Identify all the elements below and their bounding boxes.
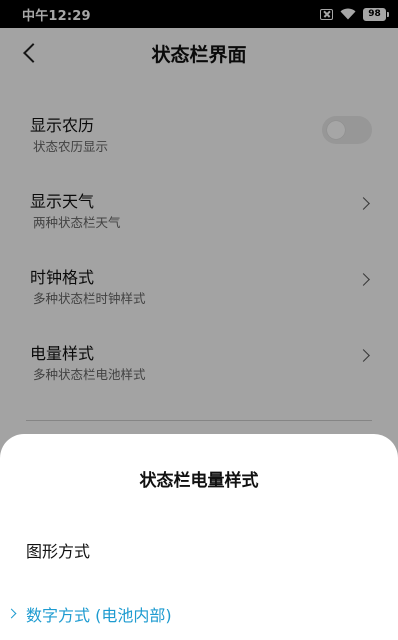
- sheet-title: 状态栏电量样式: [139, 471, 259, 491]
- option-label: 图形方式: [26, 542, 91, 561]
- option-label: 数字方式 (电池内部): [26, 606, 172, 625]
- option-graphic[interactable]: 图形方式: [0, 528, 398, 568]
- selected-chevron-icon: [6, 608, 17, 619]
- battery-style-sheet: 状态栏电量样式 图形方式 数字方式 (电池内部): [0, 434, 398, 640]
- option-numeric-inside-battery[interactable]: 数字方式 (电池内部): [0, 592, 398, 632]
